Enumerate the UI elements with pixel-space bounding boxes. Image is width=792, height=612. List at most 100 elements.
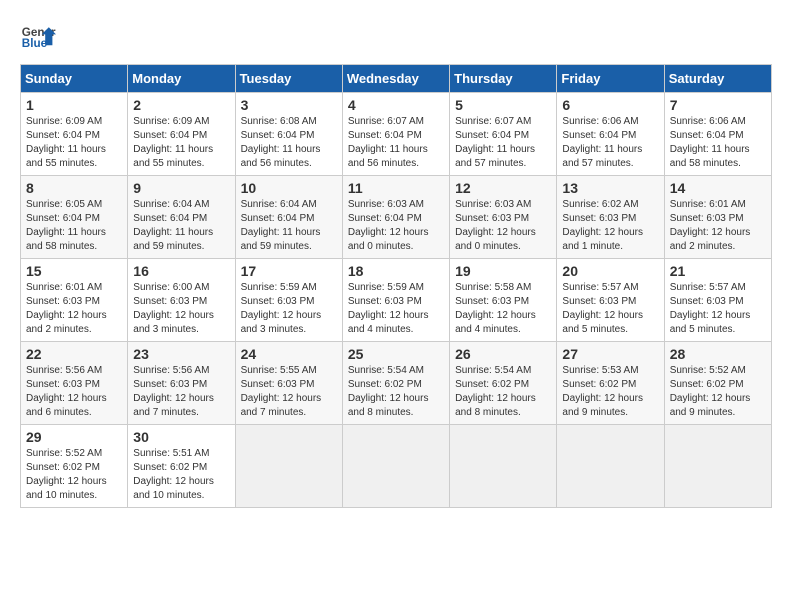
calendar-table: SundayMondayTuesdayWednesdayThursdayFrid… xyxy=(20,64,772,508)
calendar-day-cell xyxy=(342,425,449,508)
calendar-day-cell: 2Sunrise: 6:09 AM Sunset: 6:04 PM Daylig… xyxy=(128,93,235,176)
day-info: Sunrise: 5:59 AM Sunset: 6:03 PM Dayligh… xyxy=(241,281,337,337)
day-number: 26 xyxy=(455,346,551,362)
calendar-week-row: 8 Sunrise: 6:05 AM Sunset: 6:04 PM Daylig… xyxy=(21,176,772,259)
day-info: Sunrise: 6:07 AM Sunset: 6:04 PM Dayligh… xyxy=(348,115,444,171)
calendar-day-cell: 19Sunrise: 5:58 AM Sunset: 6:03 PM Dayli… xyxy=(450,259,557,342)
day-info: Sunrise: 5:52 AM Sunset: 6:02 PM Dayligh… xyxy=(670,364,766,420)
weekday-header: Friday xyxy=(557,65,664,93)
day-number: 16 xyxy=(133,263,229,279)
day-number: 4 xyxy=(348,97,444,113)
svg-text:Blue: Blue xyxy=(22,37,48,50)
page-header: General Blue xyxy=(20,20,772,56)
day-number: 10 xyxy=(241,180,337,196)
day-number: 1 xyxy=(26,97,122,113)
day-number: 7 xyxy=(670,97,766,113)
calendar-day-cell: 25Sunrise: 5:54 AM Sunset: 6:02 PM Dayli… xyxy=(342,342,449,425)
day-number: 22 xyxy=(26,346,122,362)
day-info: Sunrise: 5:53 AM Sunset: 6:02 PM Dayligh… xyxy=(562,364,658,420)
logo-icon: General Blue xyxy=(20,20,56,56)
calendar-day-cell: 30 Sunrise: 5:51 AM Sunset: 6:02 PM Dayli… xyxy=(128,425,235,508)
day-number: 20 xyxy=(562,263,658,279)
day-number: 23 xyxy=(133,346,229,362)
calendar-day-cell: 6 Sunrise: 6:06 AM Sunset: 6:04 PM Daylig… xyxy=(557,93,664,176)
day-info: Sunrise: 5:56 AM Sunset: 6:03 PM Dayligh… xyxy=(133,364,229,420)
weekday-header: Monday xyxy=(128,65,235,93)
calendar-day-cell: 15 Sunrise: 6:01 AM Sunset: 6:03 PM Dayli… xyxy=(21,259,128,342)
calendar-day-cell: 29 Sunrise: 5:52 AM Sunset: 6:02 PM Dayli… xyxy=(21,425,128,508)
day-info: Sunrise: 6:07 AM Sunset: 6:04 PM Dayligh… xyxy=(455,115,551,171)
day-info: Sunrise: 5:58 AM Sunset: 6:03 PM Dayligh… xyxy=(455,281,551,337)
day-info: Sunrise: 6:05 AM Sunset: 6:04 PM Dayligh… xyxy=(26,198,122,254)
day-number: 28 xyxy=(670,346,766,362)
weekday-header: Saturday xyxy=(664,65,771,93)
day-number: 30 xyxy=(133,429,229,445)
day-number: 8 xyxy=(26,180,122,196)
day-info: Sunrise: 5:52 AM Sunset: 6:02 PM Dayligh… xyxy=(26,447,122,503)
calendar-day-cell xyxy=(235,425,342,508)
day-info: Sunrise: 6:03 AM Sunset: 6:04 PM Dayligh… xyxy=(348,198,444,254)
calendar-day-cell: 13 Sunrise: 6:02 AM Sunset: 6:03 PM Dayli… xyxy=(557,176,664,259)
calendar-day-cell: 10 Sunrise: 6:04 AM Sunset: 6:04 PM Dayli… xyxy=(235,176,342,259)
calendar-day-cell: 7 Sunrise: 6:06 AM Sunset: 6:04 PM Daylig… xyxy=(664,93,771,176)
day-info: Sunrise: 5:57 AM Sunset: 6:03 PM Dayligh… xyxy=(562,281,658,337)
calendar-day-cell: 8 Sunrise: 6:05 AM Sunset: 6:04 PM Daylig… xyxy=(21,176,128,259)
day-info: Sunrise: 6:01 AM Sunset: 6:03 PM Dayligh… xyxy=(670,198,766,254)
day-info: Sunrise: 6:02 AM Sunset: 6:03 PM Dayligh… xyxy=(562,198,658,254)
day-info: Sunrise: 5:54 AM Sunset: 6:02 PM Dayligh… xyxy=(455,364,551,420)
day-number: 18 xyxy=(348,263,444,279)
calendar-day-cell: 9Sunrise: 6:04 AM Sunset: 6:04 PM Daylig… xyxy=(128,176,235,259)
day-info: Sunrise: 5:54 AM Sunset: 6:02 PM Dayligh… xyxy=(348,364,444,420)
day-info: Sunrise: 5:59 AM Sunset: 6:03 PM Dayligh… xyxy=(348,281,444,337)
calendar-day-cell: 24 Sunrise: 5:55 AM Sunset: 6:03 PM Dayli… xyxy=(235,342,342,425)
weekday-header: Sunday xyxy=(21,65,128,93)
day-info: Sunrise: 6:09 AM Sunset: 6:04 PM Dayligh… xyxy=(133,115,229,171)
day-info: Sunrise: 6:04 AM Sunset: 6:04 PM Dayligh… xyxy=(133,198,229,254)
day-number: 24 xyxy=(241,346,337,362)
calendar-day-cell: 11Sunrise: 6:03 AM Sunset: 6:04 PM Dayli… xyxy=(342,176,449,259)
day-number: 3 xyxy=(241,97,337,113)
calendar-day-cell xyxy=(557,425,664,508)
calendar-day-cell: 20 Sunrise: 5:57 AM Sunset: 6:03 PM Dayli… xyxy=(557,259,664,342)
day-number: 12 xyxy=(455,180,551,196)
calendar-day-cell: 21 Sunrise: 5:57 AM Sunset: 6:03 PM Dayli… xyxy=(664,259,771,342)
calendar-day-cell: 1 Sunrise: 6:09 AM Sunset: 6:04 PM Daylig… xyxy=(21,93,128,176)
day-info: Sunrise: 6:09 AM Sunset: 6:04 PM Dayligh… xyxy=(26,115,122,171)
day-info: Sunrise: 5:57 AM Sunset: 6:03 PM Dayligh… xyxy=(670,281,766,337)
day-number: 5 xyxy=(455,97,551,113)
calendar-day-cell: 28 Sunrise: 5:52 AM Sunset: 6:02 PM Dayli… xyxy=(664,342,771,425)
day-info: Sunrise: 6:04 AM Sunset: 6:04 PM Dayligh… xyxy=(241,198,337,254)
calendar-day-cell xyxy=(450,425,557,508)
day-info: Sunrise: 5:56 AM Sunset: 6:03 PM Dayligh… xyxy=(26,364,122,420)
calendar-week-row: 29 Sunrise: 5:52 AM Sunset: 6:02 PM Dayli… xyxy=(21,425,772,508)
day-number: 15 xyxy=(26,263,122,279)
calendar-day-cell xyxy=(664,425,771,508)
calendar-day-cell: 3 Sunrise: 6:08 AM Sunset: 6:04 PM Daylig… xyxy=(235,93,342,176)
day-info: Sunrise: 6:06 AM Sunset: 6:04 PM Dayligh… xyxy=(562,115,658,171)
calendar-week-row: 15 Sunrise: 6:01 AM Sunset: 6:03 PM Dayli… xyxy=(21,259,772,342)
day-info: Sunrise: 6:08 AM Sunset: 6:04 PM Dayligh… xyxy=(241,115,337,171)
calendar-week-row: 1 Sunrise: 6:09 AM Sunset: 6:04 PM Daylig… xyxy=(21,93,772,176)
day-number: 17 xyxy=(241,263,337,279)
weekday-header: Tuesday xyxy=(235,65,342,93)
day-number: 13 xyxy=(562,180,658,196)
day-number: 29 xyxy=(26,429,122,445)
calendar-day-cell: 18 Sunrise: 5:59 AM Sunset: 6:03 PM Dayli… xyxy=(342,259,449,342)
weekday-header: Thursday xyxy=(450,65,557,93)
logo: General Blue xyxy=(20,20,58,56)
calendar-week-row: 22 Sunrise: 5:56 AM Sunset: 6:03 PM Dayli… xyxy=(21,342,772,425)
day-info: Sunrise: 6:01 AM Sunset: 6:03 PM Dayligh… xyxy=(26,281,122,337)
day-number: 21 xyxy=(670,263,766,279)
calendar-day-cell: 14 Sunrise: 6:01 AM Sunset: 6:03 PM Dayli… xyxy=(664,176,771,259)
day-info: Sunrise: 5:55 AM Sunset: 6:03 PM Dayligh… xyxy=(241,364,337,420)
calendar-day-cell: 4 Sunrise: 6:07 AM Sunset: 6:04 PM Daylig… xyxy=(342,93,449,176)
day-number: 6 xyxy=(562,97,658,113)
calendar-header-row: SundayMondayTuesdayWednesdayThursdayFrid… xyxy=(21,65,772,93)
day-info: Sunrise: 6:06 AM Sunset: 6:04 PM Dayligh… xyxy=(670,115,766,171)
weekday-header: Wednesday xyxy=(342,65,449,93)
day-number: 14 xyxy=(670,180,766,196)
calendar-day-cell: 23 Sunrise: 5:56 AM Sunset: 6:03 PM Dayli… xyxy=(128,342,235,425)
day-info: Sunrise: 5:51 AM Sunset: 6:02 PM Dayligh… xyxy=(133,447,229,503)
day-number: 27 xyxy=(562,346,658,362)
calendar-day-cell: 12Sunrise: 6:03 AM Sunset: 6:03 PM Dayli… xyxy=(450,176,557,259)
